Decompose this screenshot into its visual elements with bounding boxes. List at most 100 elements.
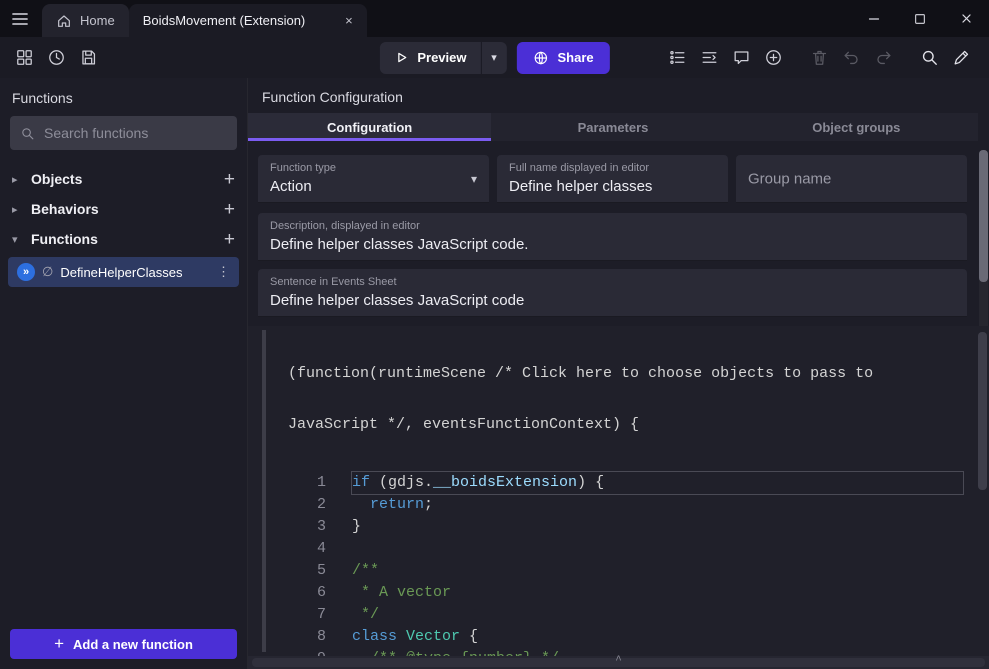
code-token: } (352, 518, 361, 535)
sentence-field[interactable]: Sentence in Events Sheet Define helper c… (258, 269, 967, 317)
history-button[interactable] (41, 43, 71, 73)
caret-down-icon[interactable]: ▾ (12, 233, 22, 246)
close-button[interactable] (943, 0, 989, 37)
code-line[interactable]: 7 */ (248, 604, 963, 626)
chevron-down-icon: ▾ (491, 51, 497, 64)
code-header[interactable]: (function(runtimeScene /* Click here to … (248, 326, 989, 469)
line-code[interactable]: * A vector (352, 582, 963, 604)
preview-label: Preview (417, 50, 466, 65)
search-box[interactable] (10, 116, 237, 150)
tab-extension[interactable]: BoidsMovement (Extension) × (129, 4, 367, 37)
group-name-field[interactable]: Group name (736, 155, 967, 203)
search-icon (20, 125, 35, 142)
code-token: */ (352, 606, 379, 623)
code-scrollbar[interactable] (978, 332, 987, 632)
code-line[interactable]: 8class Vector { (248, 626, 963, 648)
add-function-icon[interactable]: + (224, 230, 235, 249)
sidebar-item-functions[interactable]: ▾ Functions + (0, 224, 247, 254)
code-scrollbar-thumb[interactable] (978, 332, 987, 490)
caret-right-icon[interactable]: ▸ (12, 203, 22, 216)
event-indent-guide (262, 330, 266, 652)
tab-object-groups[interactable]: Object groups (735, 113, 978, 141)
field-label: Sentence in Events Sheet (270, 276, 955, 288)
code-line[interactable]: 2 return; (248, 494, 963, 516)
description-field[interactable]: Description, displayed in editor Define … (258, 213, 967, 261)
line-code[interactable]: /** (352, 560, 963, 582)
field-placeholder: Group name (748, 170, 831, 187)
search-button[interactable] (914, 43, 944, 73)
function-type-select[interactable]: Function type Action ▾ (258, 155, 489, 203)
code-token: Vector (406, 628, 460, 645)
line-code[interactable]: if (gdjs.__boidsExtension) { (352, 472, 963, 494)
share-button[interactable]: Share (517, 42, 610, 74)
add-behavior-icon[interactable]: + (224, 200, 235, 219)
field-value: Define helper classes JavaScript code. (270, 236, 955, 253)
comment-icon (732, 48, 751, 67)
tab-parameters[interactable]: Parameters (491, 113, 734, 141)
sidebar-item-behaviors[interactable]: ▸ Behaviors + (0, 194, 247, 224)
code-token: __boidsExtension (433, 474, 577, 491)
project-manager-button[interactable] (9, 43, 39, 73)
line-code[interactable]: /** @type {number} */ (352, 648, 963, 656)
tab-home[interactable]: Home (42, 4, 129, 37)
code-token: ) { (577, 474, 604, 491)
code-line[interactable]: 1if (gdjs.__boidsExtension) { (248, 472, 963, 494)
function-configuration-panel: Function Configuration Configuration Par… (248, 78, 989, 669)
line-code[interactable]: */ (352, 604, 963, 626)
code-line[interactable]: 4 (248, 538, 963, 560)
code-line[interactable]: 9 /** @type {number} */ (248, 648, 963, 656)
horizontal-scrollbar[interactable]: ^ (248, 656, 989, 669)
code-token (352, 496, 370, 513)
code-header-line: (function(runtimeScene /* Click here to … (288, 365, 963, 382)
section-label: Behaviors (31, 201, 215, 217)
code-line[interactable]: 6 * A vector (248, 582, 963, 604)
line-code[interactable] (352, 538, 963, 560)
code-line[interactable]: 5/** (248, 560, 963, 582)
comment-button[interactable] (726, 43, 756, 73)
trash-icon (810, 48, 829, 67)
add-object-icon[interactable]: + (224, 170, 235, 189)
main-menu-button[interactable] (0, 0, 40, 37)
undo-button[interactable] (836, 43, 866, 73)
minimize-button[interactable] (851, 0, 897, 37)
tab-label: Parameters (578, 120, 649, 135)
form-scrollbar-thumb[interactable] (979, 150, 988, 282)
kebab-menu-icon[interactable]: ⋮ (217, 264, 230, 280)
field-value: Define helper classes (509, 178, 716, 195)
chevron-down-icon[interactable]: ▾ (471, 172, 477, 186)
caret-right-icon[interactable]: ▸ (12, 173, 22, 186)
function-item-label: DefineHelperClasses (60, 265, 210, 280)
line-code[interactable]: class Vector { (352, 626, 963, 648)
private-function-icon: ∅ (42, 264, 53, 280)
plus-icon: + (54, 634, 64, 654)
sidebar-item-objects[interactable]: ▸ Objects + (0, 164, 247, 194)
delete-button[interactable] (804, 43, 834, 73)
preview-button[interactable]: Preview ▾ (379, 42, 506, 74)
preview-dropdown-button[interactable]: ▾ (481, 42, 507, 74)
search-input[interactable] (44, 125, 227, 141)
save-button[interactable] (73, 43, 103, 73)
preview-button-main[interactable]: Preview (379, 42, 480, 74)
line-code[interactable]: } (352, 516, 963, 538)
app-window: Home BoidsMovement (Extension) × (0, 0, 989, 669)
add-event-button[interactable] (758, 43, 788, 73)
add-new-function-button[interactable]: + Add a new function (10, 629, 237, 659)
tab-close-icon[interactable]: × (335, 13, 353, 28)
javascript-code-editor[interactable]: (function(runtimeScene /* Click here to … (248, 326, 989, 656)
events-compact-button[interactable] (694, 43, 724, 73)
functions-sidebar: Functions ▸ Objects + ▸ Behaviors + ▾ Fu… (0, 78, 248, 669)
full-name-field[interactable]: Full name displayed in editor Define hel… (497, 155, 728, 203)
events-list-button[interactable] (662, 43, 692, 73)
sidebar-title: Functions (0, 78, 247, 116)
hamburger-icon (10, 9, 30, 29)
line-code[interactable]: return; (352, 494, 963, 516)
code-line[interactable]: 3} (248, 516, 963, 538)
edit-button[interactable] (946, 43, 976, 73)
close-icon (958, 10, 975, 27)
titlebar: Home BoidsMovement (Extension) × (0, 0, 989, 37)
tab-configuration[interactable]: Configuration (248, 113, 491, 141)
function-item-definehelperclasses[interactable]: » ∅ DefineHelperClasses ⋮ (8, 257, 239, 287)
maximize-button[interactable] (897, 0, 943, 37)
redo-button[interactable] (868, 43, 898, 73)
add-new-function-label: Add a new function (73, 637, 193, 652)
